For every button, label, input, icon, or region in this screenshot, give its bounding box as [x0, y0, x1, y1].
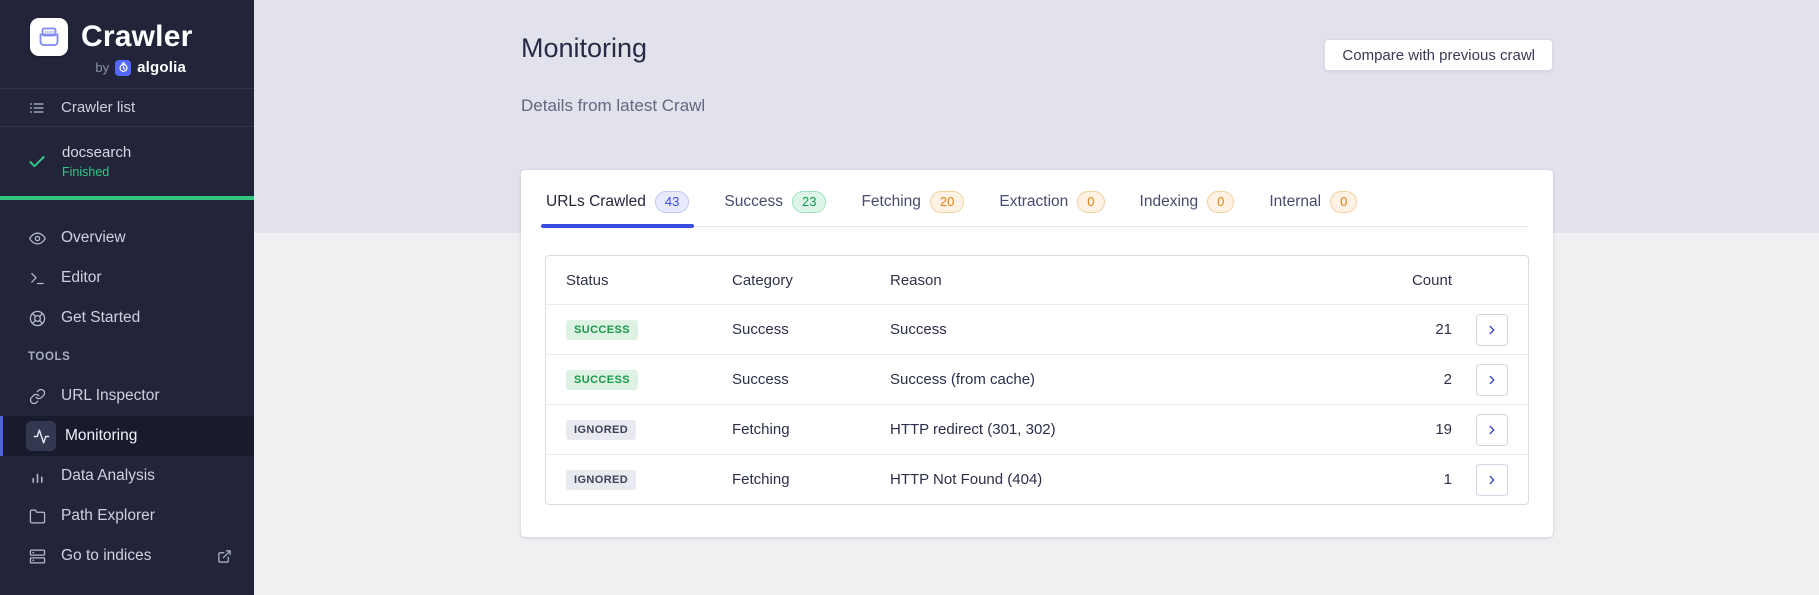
row-expand-button[interactable]: [1476, 313, 1508, 346]
row-expand-button[interactable]: [1476, 363, 1508, 396]
tab-indexing[interactable]: Indexing 0: [1139, 191, 1236, 226]
algolia-logo-icon: [115, 59, 132, 76]
tab-extraction[interactable]: Extraction 0: [998, 191, 1105, 226]
sidebar-item-path-explorer[interactable]: Path Explorer: [0, 496, 254, 536]
reason-cell: HTTP Not Found (404): [890, 471, 1043, 488]
reason-cell: Success: [890, 321, 947, 338]
category-cell: Success: [732, 321, 789, 338]
tab-success[interactable]: Success 23: [723, 191, 827, 226]
list-icon: [29, 100, 45, 116]
crawl-status-block[interactable]: docsearch Finished: [0, 127, 254, 196]
column-header-reason: Reason: [890, 271, 942, 289]
sidebar-item-go-to-indices[interactable]: Go to indices: [0, 536, 254, 576]
sidebar-item-label: Path Explorer: [61, 507, 155, 524]
crawl-state-label: Finished: [62, 165, 110, 179]
terminal-icon: [29, 270, 46, 287]
tab-label: Extraction: [999, 193, 1069, 210]
tab-count-badge: 43: [654, 191, 690, 213]
crawl-name: docsearch: [62, 144, 132, 161]
sidebar: Crawler by algolia Crawler list docsearc…: [0, 0, 254, 595]
reason-cell: Success (from cache): [890, 371, 1036, 388]
column-header-count: Count: [1411, 271, 1452, 289]
tab-label: URLs Crawled: [546, 193, 646, 210]
sidebar-item-monitoring[interactable]: Monitoring: [0, 416, 254, 456]
table-row: SUCCESS Success Success (from cache) 2: [546, 354, 1528, 404]
folder-icon: [29, 508, 46, 525]
sidebar-item-data-analysis[interactable]: Data Analysis: [0, 456, 254, 496]
sidebar-item-label: Go to indices: [61, 547, 152, 564]
sidebar-item-crawler-list[interactable]: Crawler list: [0, 88, 254, 127]
tools-section-header: TOOLS: [28, 351, 71, 363]
sidebar-item-label: Overview: [61, 229, 126, 246]
sidebar-item-overview[interactable]: Overview: [0, 218, 254, 258]
category-cell: Fetching: [732, 421, 790, 438]
tab-label: Internal: [1269, 193, 1322, 210]
category-cell: Success: [732, 371, 789, 388]
sidebar-item-label: Editor: [61, 269, 102, 286]
status-badge: SUCCESS: [566, 369, 638, 390]
table-row: IGNORED Fetching HTTP Not Found (404) 1: [546, 454, 1528, 504]
table-row: SUCCESS Success Success 21: [546, 304, 1528, 354]
crawler-logo: Crawler by algolia: [0, 0, 254, 88]
main-area: Monitoring Compare with previous crawl D…: [254, 0, 1819, 595]
status-badge: IGNORED: [566, 419, 637, 440]
page-subtitle: Details from latest Crawl: [521, 96, 706, 115]
category-cell: Fetching: [732, 471, 790, 488]
tab-count-badge: 0: [1077, 191, 1105, 213]
count-cell: 1: [1443, 471, 1452, 488]
status-badge: SUCCESS: [566, 319, 638, 340]
table-row: IGNORED Fetching HTTP redirect (301, 302…: [546, 404, 1528, 454]
bar-chart-icon: [29, 468, 46, 485]
sidebar-item-get-started[interactable]: Get Started: [0, 298, 254, 338]
status-badge: IGNORED: [566, 469, 637, 490]
tab-internal[interactable]: Internal 0: [1268, 191, 1358, 226]
tab-urls-crawled[interactable]: URLs Crawled 43: [540, 191, 695, 228]
eye-icon: [29, 230, 46, 247]
link-icon: [29, 388, 46, 405]
activity-icon: [26, 421, 56, 451]
row-expand-button[interactable]: [1476, 413, 1508, 446]
sidebar-nav: Overview Editor Get Started TOOLS URL In…: [0, 218, 254, 576]
algolia-brand-text: algolia: [137, 59, 186, 76]
tab-count-badge: 0: [1330, 191, 1358, 213]
tab-label: Fetching: [861, 193, 921, 210]
crawl-status-table: Status Category Reason Count SUCCESS Suc…: [545, 255, 1529, 505]
count-cell: 21: [1435, 321, 1452, 338]
sidebar-item-url-inspector[interactable]: URL Inspector: [0, 376, 254, 416]
sidebar-item-label: Get Started: [61, 309, 141, 326]
check-icon: [27, 152, 47, 172]
page-title: Monitoring: [521, 33, 648, 63]
tab-count-badge: 20: [929, 191, 965, 213]
indices-icon: [29, 548, 46, 565]
tab-bar: URLs Crawled 43 Success 23 Fetching 20 E…: [540, 191, 1529, 228]
lifebuoy-icon: [29, 310, 46, 327]
count-cell: 2: [1443, 371, 1452, 388]
tab-count-badge: 0: [1207, 191, 1235, 213]
tab-count-badge: 23: [791, 191, 827, 213]
row-expand-button[interactable]: [1476, 463, 1508, 496]
crawler-list-label: Crawler list: [61, 99, 136, 116]
logo-by-text: by: [95, 60, 110, 75]
column-header-category: Category: [732, 271, 793, 289]
crawl-progress-bar: [0, 196, 254, 200]
external-link-icon: [217, 549, 232, 564]
compare-with-previous-crawl-button[interactable]: Compare with previous crawl: [1324, 39, 1553, 71]
sidebar-item-label: Data Analysis: [61, 467, 155, 484]
monitoring-card: URLs Crawled 43 Success 23 Fetching 20 E…: [521, 170, 1553, 537]
tab-label: Indexing: [1139, 193, 1199, 210]
sidebar-item-label: URL Inspector: [61, 387, 160, 404]
reason-cell: HTTP redirect (301, 302): [890, 421, 1056, 438]
column-header-status: Status: [566, 271, 609, 289]
sidebar-item-editor[interactable]: Editor: [0, 258, 254, 298]
tab-label: Success: [724, 193, 783, 210]
sidebar-item-label: Monitoring: [65, 427, 138, 444]
count-cell: 19: [1435, 421, 1452, 438]
app-title: Crawler: [81, 20, 193, 53]
tab-fetching[interactable]: Fetching 20: [860, 191, 965, 226]
crawler-logo-icon: [30, 18, 68, 56]
table-header-row: Status Category Reason Count: [546, 256, 1528, 304]
